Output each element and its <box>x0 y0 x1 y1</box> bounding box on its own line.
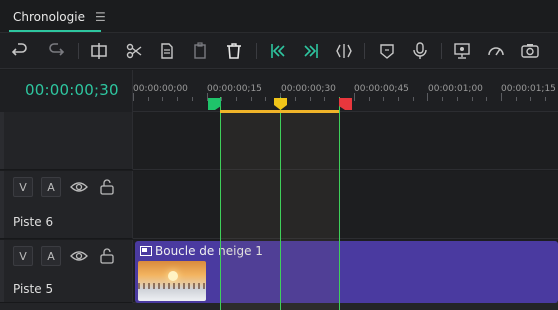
menu-icon[interactable]: ☰ <box>95 10 106 24</box>
playhead-line <box>280 97 281 310</box>
ruler-tick <box>501 93 502 101</box>
ruler-tick <box>236 97 238 101</box>
visibility-icon[interactable] <box>70 247 88 265</box>
toolbar-separator <box>364 43 365 59</box>
thumbnail-sun <box>168 271 178 281</box>
tab-bar: Chronologie ☰ <box>0 0 558 33</box>
track-lane-piste-6[interactable] <box>133 171 558 239</box>
ruler-tick <box>515 97 517 101</box>
ruler-tick <box>324 97 326 101</box>
clip-thumbnail <box>138 261 206 301</box>
ruler-tick <box>177 97 179 101</box>
split-icon[interactable] <box>87 39 111 63</box>
ruler-tick <box>265 97 267 101</box>
toolbar-separator <box>256 43 257 59</box>
ruler-tick <box>162 97 164 101</box>
copy-icon[interactable] <box>155 39 179 63</box>
ruler-tick <box>530 97 532 101</box>
video-toggle-button[interactable]: V <box>13 246 33 266</box>
ruler-tick <box>147 97 149 101</box>
ruler-tick <box>397 97 399 101</box>
ruler-tick <box>471 97 473 101</box>
ruler-tick <box>191 97 193 101</box>
lock-icon[interactable] <box>98 178 116 196</box>
ruler-tick <box>368 97 370 101</box>
ruler-tick <box>456 97 458 101</box>
ruler-tick <box>353 93 355 101</box>
mic-icon[interactable] <box>408 39 432 63</box>
in-point-line <box>220 97 221 310</box>
paste-icon[interactable] <box>188 39 212 63</box>
ruler-tick <box>309 97 311 101</box>
track-header-piste-5: V A Piste 5 <box>0 240 133 303</box>
ruler-tick <box>545 97 547 101</box>
ruler-tick <box>486 97 488 101</box>
visibility-icon[interactable] <box>70 178 88 196</box>
track-name: Piste 5 <box>13 282 54 296</box>
ruler-tick <box>442 97 444 101</box>
fit-icon[interactable] <box>332 39 356 63</box>
ruler-label: 00:00:00;30 <box>281 84 336 94</box>
tab-title: Chronologie <box>13 9 85 24</box>
ruler-tick <box>412 97 414 101</box>
in-point-marker[interactable] <box>207 97 222 111</box>
track-color-stripe <box>0 171 4 238</box>
ruler-tick <box>250 97 252 101</box>
thumbnail-trees <box>138 283 206 289</box>
current-timecode: 00:00:00;30 <box>25 81 119 99</box>
toolbar <box>0 33 558 69</box>
toolbar-separator <box>441 43 442 59</box>
marker-icon[interactable] <box>375 39 399 63</box>
video-toggle-button[interactable]: V <box>13 177 33 197</box>
clip-type-icon <box>140 246 152 256</box>
undo-icon[interactable] <box>8 39 32 63</box>
snapshot-icon[interactable] <box>518 39 542 63</box>
ruler-tick <box>133 93 134 101</box>
playhead-handle[interactable] <box>273 97 288 111</box>
video-clip[interactable]: Boucle de neige 1 <box>135 241 558 303</box>
tab-timeline[interactable]: Chronologie ☰ <box>9 0 116 33</box>
mark-in-icon[interactable] <box>266 39 290 63</box>
ruler-label: 00:00:01;15 <box>501 84 556 94</box>
monitor-icon[interactable] <box>450 39 474 63</box>
out-point-marker[interactable] <box>338 97 353 111</box>
audio-toggle-button[interactable]: A <box>41 177 61 197</box>
speed-icon[interactable] <box>484 39 508 63</box>
track-name: Piste 6 <box>13 215 54 229</box>
timecode-panel: 00:00:00;30 <box>0 70 133 112</box>
cut-icon[interactable] <box>122 39 146 63</box>
redo-icon[interactable] <box>44 39 68 63</box>
ruler-tick <box>294 97 296 101</box>
track-color-stripe <box>0 112 4 169</box>
tab-active-indicator <box>9 30 101 32</box>
toolbar-separator <box>78 43 79 59</box>
ruler-label: 00:00:00;00 <box>133 84 188 94</box>
ruler-tick <box>427 93 429 101</box>
out-point-line <box>339 97 340 310</box>
track-lane-empty[interactable] <box>133 112 558 170</box>
ruler-label: 00:00:01;00 <box>428 84 483 94</box>
track-header-empty <box>0 112 133 170</box>
mark-out-icon[interactable] <box>299 39 323 63</box>
ruler-label: 00:00:00;15 <box>207 84 262 94</box>
delete-icon[interactable] <box>222 39 246 63</box>
audio-toggle-button[interactable]: A <box>41 246 61 266</box>
track-color-stripe <box>0 240 4 302</box>
track-header-piste-6: V A Piste 6 <box>0 171 133 239</box>
ruler-tick <box>383 97 385 101</box>
lock-icon[interactable] <box>98 247 116 265</box>
ruler-label: 00:00:00;45 <box>354 84 409 94</box>
